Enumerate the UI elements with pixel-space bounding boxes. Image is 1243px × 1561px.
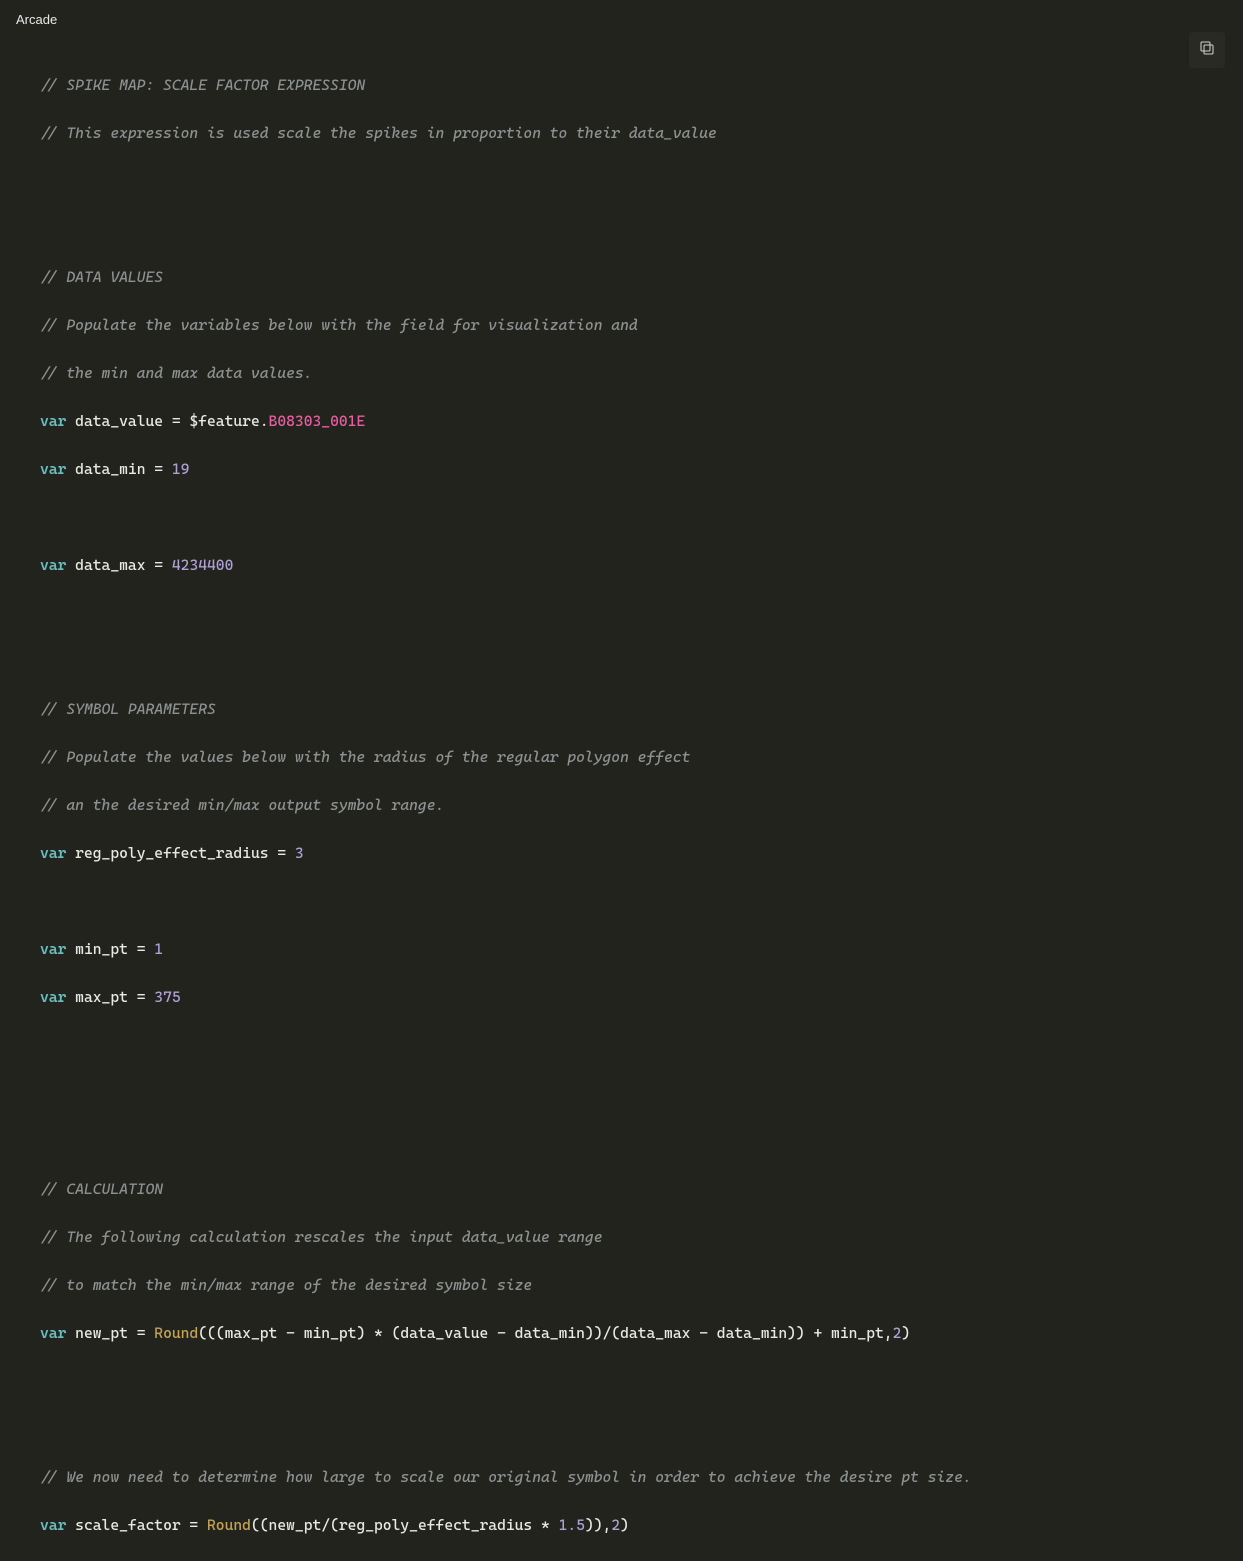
code-line: var data_max = 4234400 — [40, 553, 1203, 577]
code-line — [40, 505, 1203, 529]
code-block: // SPIKE MAP: SCALE FACTOR EXPRESSION //… — [0, 31, 1243, 1561]
language-label: Arcade — [0, 0, 1243, 31]
code-line: // an the desired min/max output symbol … — [40, 793, 1203, 817]
code-line: var new_pt = Round(((max_pt - min_pt) * … — [40, 1321, 1203, 1345]
code-line: var min_pt = 1 — [40, 937, 1203, 961]
code-line: // DATA VALUES — [40, 265, 1203, 289]
code-line: var max_pt = 375 — [40, 985, 1203, 1009]
code-line: // Populate the values below with the ra… — [40, 745, 1203, 769]
code-line: var data_min = 19 — [40, 457, 1203, 481]
copy-button[interactable] — [1189, 32, 1225, 68]
code-line: // CALCULATION — [40, 1177, 1203, 1201]
code-line — [40, 649, 1203, 673]
code-line: // This expression is used scale the spi… — [40, 121, 1203, 145]
code-line: // The following calculation rescales th… — [40, 1225, 1203, 1249]
code-line — [40, 1081, 1203, 1105]
code-line — [40, 1417, 1203, 1441]
code-line: var data_value = $feature.B08303_001E — [40, 409, 1203, 433]
code-line: var reg_poly_effect_radius = 3 — [40, 841, 1203, 865]
code-line: // We now need to determine how large to… — [40, 1465, 1203, 1489]
code-line: // SYMBOL PARAMETERS — [40, 697, 1203, 721]
code-line: // the min and max data values. — [40, 361, 1203, 385]
code-line: // SPIKE MAP: SCALE FACTOR EXPRESSION — [40, 73, 1203, 97]
copy-icon — [1198, 39, 1216, 61]
code-line — [40, 601, 1203, 625]
code-line — [40, 1369, 1203, 1393]
code-line — [40, 889, 1203, 913]
code-line: // to match the min/max range of the des… — [40, 1273, 1203, 1297]
code-line: // Populate the variables below with the… — [40, 313, 1203, 337]
code-line: var scale_factor = Round((new_pt/(reg_po… — [40, 1513, 1203, 1537]
code-line — [40, 169, 1203, 193]
code-line — [40, 217, 1203, 241]
code-line — [40, 1129, 1203, 1153]
code-line — [40, 1033, 1203, 1057]
